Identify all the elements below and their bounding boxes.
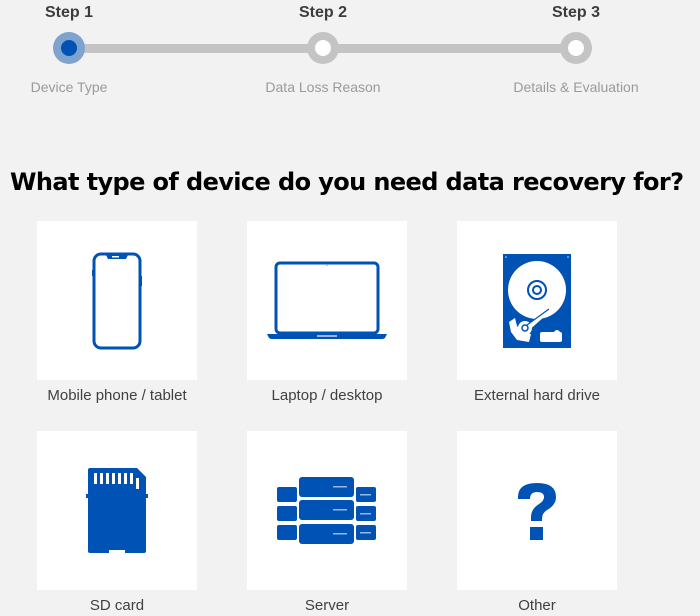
- step-indicator-active: [53, 32, 85, 64]
- sd-card-icon: [85, 467, 149, 554]
- device-option-sd-card[interactable]: SD card: [37, 431, 197, 614]
- device-option-label: Mobile phone / tablet: [47, 387, 187, 404]
- question-mark-icon: [515, 481, 559, 541]
- step-label: Data Loss Reason: [265, 79, 381, 95]
- device-option-label: Server: [304, 597, 350, 614]
- hard-drive-icon: [503, 253, 571, 348]
- device-option-label: SD card: [89, 597, 145, 614]
- device-option-label: Other: [518, 597, 556, 614]
- progress-track-1-2: [69, 44, 323, 53]
- progress-stepper: Step 1 Device Type Step 2 Data Loss Reas…: [0, 0, 700, 110]
- device-option-card[interactable]: [247, 221, 407, 380]
- step-label: Device Type: [30, 79, 108, 95]
- device-option-other[interactable]: Other: [457, 431, 617, 614]
- device-option-card[interactable]: [457, 221, 617, 380]
- device-option-label: Laptop / desktop: [271, 387, 383, 404]
- server-icon: [277, 476, 377, 545]
- laptop-icon: [267, 261, 387, 341]
- step-indicator-inactive: [560, 32, 592, 64]
- step-title: Step 3: [551, 4, 600, 21]
- device-option-card[interactable]: [37, 221, 197, 380]
- device-option-server[interactable]: Server: [247, 431, 407, 614]
- step-label: Details & Evaluation: [513, 79, 639, 95]
- page-question: What type of device do you need data rec…: [10, 168, 684, 196]
- step-indicator-inactive: [307, 32, 339, 64]
- mobile-phone-icon: [92, 252, 142, 350]
- device-option-label: External hard drive: [474, 387, 600, 404]
- device-option-card[interactable]: [37, 431, 197, 590]
- device-option-laptop[interactable]: Laptop / desktop: [247, 221, 407, 404]
- device-option-card[interactable]: [247, 431, 407, 590]
- step-title: Step 1: [44, 4, 93, 21]
- device-option-hard-drive[interactable]: External hard drive: [457, 221, 617, 404]
- progress-track-2-3: [323, 44, 576, 53]
- step-title: Step 2: [298, 4, 347, 21]
- device-option-mobile[interactable]: Mobile phone / tablet: [37, 221, 197, 404]
- device-option-card[interactable]: [457, 431, 617, 590]
